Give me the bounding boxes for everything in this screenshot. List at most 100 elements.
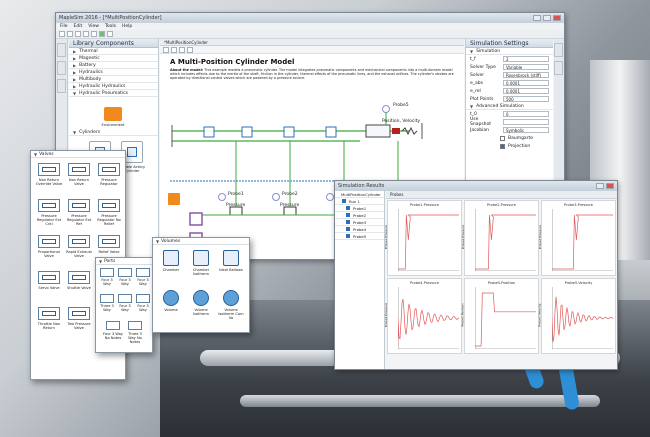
diagram-tab[interactable]: *MultiPositionCylinder xyxy=(164,40,208,45)
menu-help[interactable]: Help xyxy=(122,24,132,29)
setting-field[interactable]: 2 xyxy=(503,56,549,62)
volume-icon[interactable] xyxy=(223,250,239,266)
library-category[interactable]: ▶ Hydraulic Hydraulics xyxy=(69,83,158,90)
volume-icon[interactable] xyxy=(223,290,239,306)
valve-icon[interactable] xyxy=(68,235,90,248)
model-description: About the model: This example models a p… xyxy=(170,68,455,81)
menu-view[interactable]: View xyxy=(88,24,99,29)
tree-item[interactable]: Probe2 xyxy=(335,212,384,219)
undo-icon[interactable] xyxy=(83,31,89,37)
result-plot[interactable]: Probe1.Pressure Probe1.Pressure xyxy=(384,200,462,276)
valve-icon[interactable] xyxy=(38,271,60,284)
t0-field[interactable]: 0 xyxy=(503,111,549,117)
result-plot[interactable]: Probe2.Pressure Probe2.Pressure xyxy=(461,200,539,276)
wire-icon[interactable] xyxy=(171,47,177,53)
save-icon[interactable] xyxy=(75,31,81,37)
port-icon[interactable] xyxy=(128,321,142,330)
setting-field[interactable]: Variable xyxy=(503,64,549,70)
results-tab-probes[interactable]: Probes xyxy=(390,192,403,197)
run-icon[interactable] xyxy=(99,31,105,37)
library-category[interactable]: ▶ Thermal xyxy=(69,48,158,55)
minimize-button[interactable] xyxy=(533,15,541,21)
plot-title: Probe5.Position xyxy=(487,281,516,285)
tree-item[interactable]: MultiPositionCylinder xyxy=(335,191,384,198)
new-icon[interactable] xyxy=(59,31,65,37)
plot-svg xyxy=(475,209,536,271)
result-plot[interactable]: Probe5.Velocity Probe5.Velocity xyxy=(538,278,616,354)
setting-row: t_f 2 xyxy=(466,55,553,63)
valve-icon[interactable] xyxy=(68,163,90,176)
valve-icon[interactable] xyxy=(98,163,120,176)
environment-icon[interactable] xyxy=(104,107,122,121)
library-category[interactable]: ▼ Hydraulic Pneumatics xyxy=(69,90,158,97)
tree-item[interactable]: Probe5 xyxy=(335,233,384,240)
baumgarte-checkbox[interactable] xyxy=(500,135,505,141)
text-icon[interactable] xyxy=(179,47,185,53)
projection-checkbox[interactable] xyxy=(500,143,505,149)
port-label: Four 3 Way xyxy=(119,304,131,312)
volume-icon[interactable] xyxy=(193,250,209,266)
library-tab-icon[interactable] xyxy=(57,43,66,57)
menu-tools[interactable]: Tools xyxy=(105,24,116,29)
volume-icon[interactable] xyxy=(163,290,179,306)
results-close-button[interactable] xyxy=(606,183,614,189)
volume-icon[interactable] xyxy=(193,290,209,306)
snapshot-field[interactable] xyxy=(503,119,549,125)
plot-axes xyxy=(552,209,613,271)
settings-tab-icon[interactable] xyxy=(554,43,563,57)
jacobian-select[interactable]: Symbolic xyxy=(503,127,549,133)
open-icon[interactable] xyxy=(67,31,73,37)
valve-icon[interactable] xyxy=(38,199,60,212)
valve-icon[interactable] xyxy=(38,307,60,320)
simulation-section[interactable]: ▼ Simulation xyxy=(466,48,553,55)
results-minimize-button[interactable] xyxy=(596,183,604,189)
valve-icon[interactable] xyxy=(68,271,90,284)
menu-file[interactable]: File xyxy=(60,24,68,29)
result-plot[interactable]: Probe4.Pressure Probe4.Pressure xyxy=(384,278,462,354)
setting-field[interactable]: Rosenbrock (stiff) xyxy=(503,72,549,78)
port-icon[interactable] xyxy=(118,268,132,277)
setting-label: Solver Type xyxy=(470,64,496,70)
library-category[interactable]: ▶ Magnetic xyxy=(69,55,158,62)
valve-icon[interactable] xyxy=(98,235,120,248)
menu-edit[interactable]: Edit xyxy=(74,24,83,29)
cylinders-section[interactable]: ▼ Cylinders xyxy=(69,129,158,136)
probe-tab-icon[interactable] xyxy=(554,61,563,75)
port-icon[interactable] xyxy=(136,294,150,303)
screenshot-stage: MapleSim 2016 - [*MultiPositionCylinder]… xyxy=(0,0,650,437)
zoom-icon[interactable] xyxy=(187,47,193,53)
setting-field[interactable]: 500 xyxy=(503,96,549,102)
setting-field[interactable]: 0.0001 xyxy=(503,80,549,86)
library-category[interactable]: ▶ Battery xyxy=(69,62,158,69)
tree-item[interactable]: Run 1 xyxy=(335,198,384,205)
select-icon[interactable] xyxy=(163,47,169,53)
valve-icon[interactable] xyxy=(38,163,60,176)
setting-field[interactable]: 0.0001 xyxy=(503,88,549,94)
port-icon[interactable] xyxy=(100,294,114,303)
port-icon[interactable] xyxy=(106,321,120,330)
model-tree-icon[interactable] xyxy=(57,79,66,93)
result-plot[interactable]: Probe3.Pressure Probe3.Pressure xyxy=(538,200,616,276)
search-tab-icon[interactable] xyxy=(57,61,66,75)
valve-icon[interactable] xyxy=(98,199,120,212)
valve-icon[interactable] xyxy=(38,235,60,248)
port-icon[interactable] xyxy=(118,294,132,303)
close-button[interactable] xyxy=(553,15,561,21)
library-category[interactable]: ▶ Hydraulics xyxy=(69,69,158,76)
maximize-button[interactable] xyxy=(543,15,551,21)
stop-icon[interactable] xyxy=(107,31,113,37)
volume-label: Volume Isotherm xyxy=(193,308,209,316)
advanced-section[interactable]: ▼ Advanced Simulation xyxy=(466,103,553,110)
library-category[interactable]: ▶ Multibody xyxy=(69,76,158,83)
tree-node-icon xyxy=(346,213,350,217)
redo-icon[interactable] xyxy=(91,31,97,37)
tree-item[interactable]: Probe4 xyxy=(335,226,384,233)
valve-icon[interactable] xyxy=(68,199,90,212)
port-icon[interactable] xyxy=(100,268,114,277)
result-plot[interactable]: Probe5.Position Probe5.Position xyxy=(461,278,539,354)
port-icon[interactable] xyxy=(136,268,150,277)
volume-icon[interactable] xyxy=(163,250,179,266)
tree-item[interactable]: Probe1 xyxy=(335,205,384,212)
tree-item[interactable]: Probe3 xyxy=(335,219,384,226)
valve-icon[interactable] xyxy=(68,307,90,320)
